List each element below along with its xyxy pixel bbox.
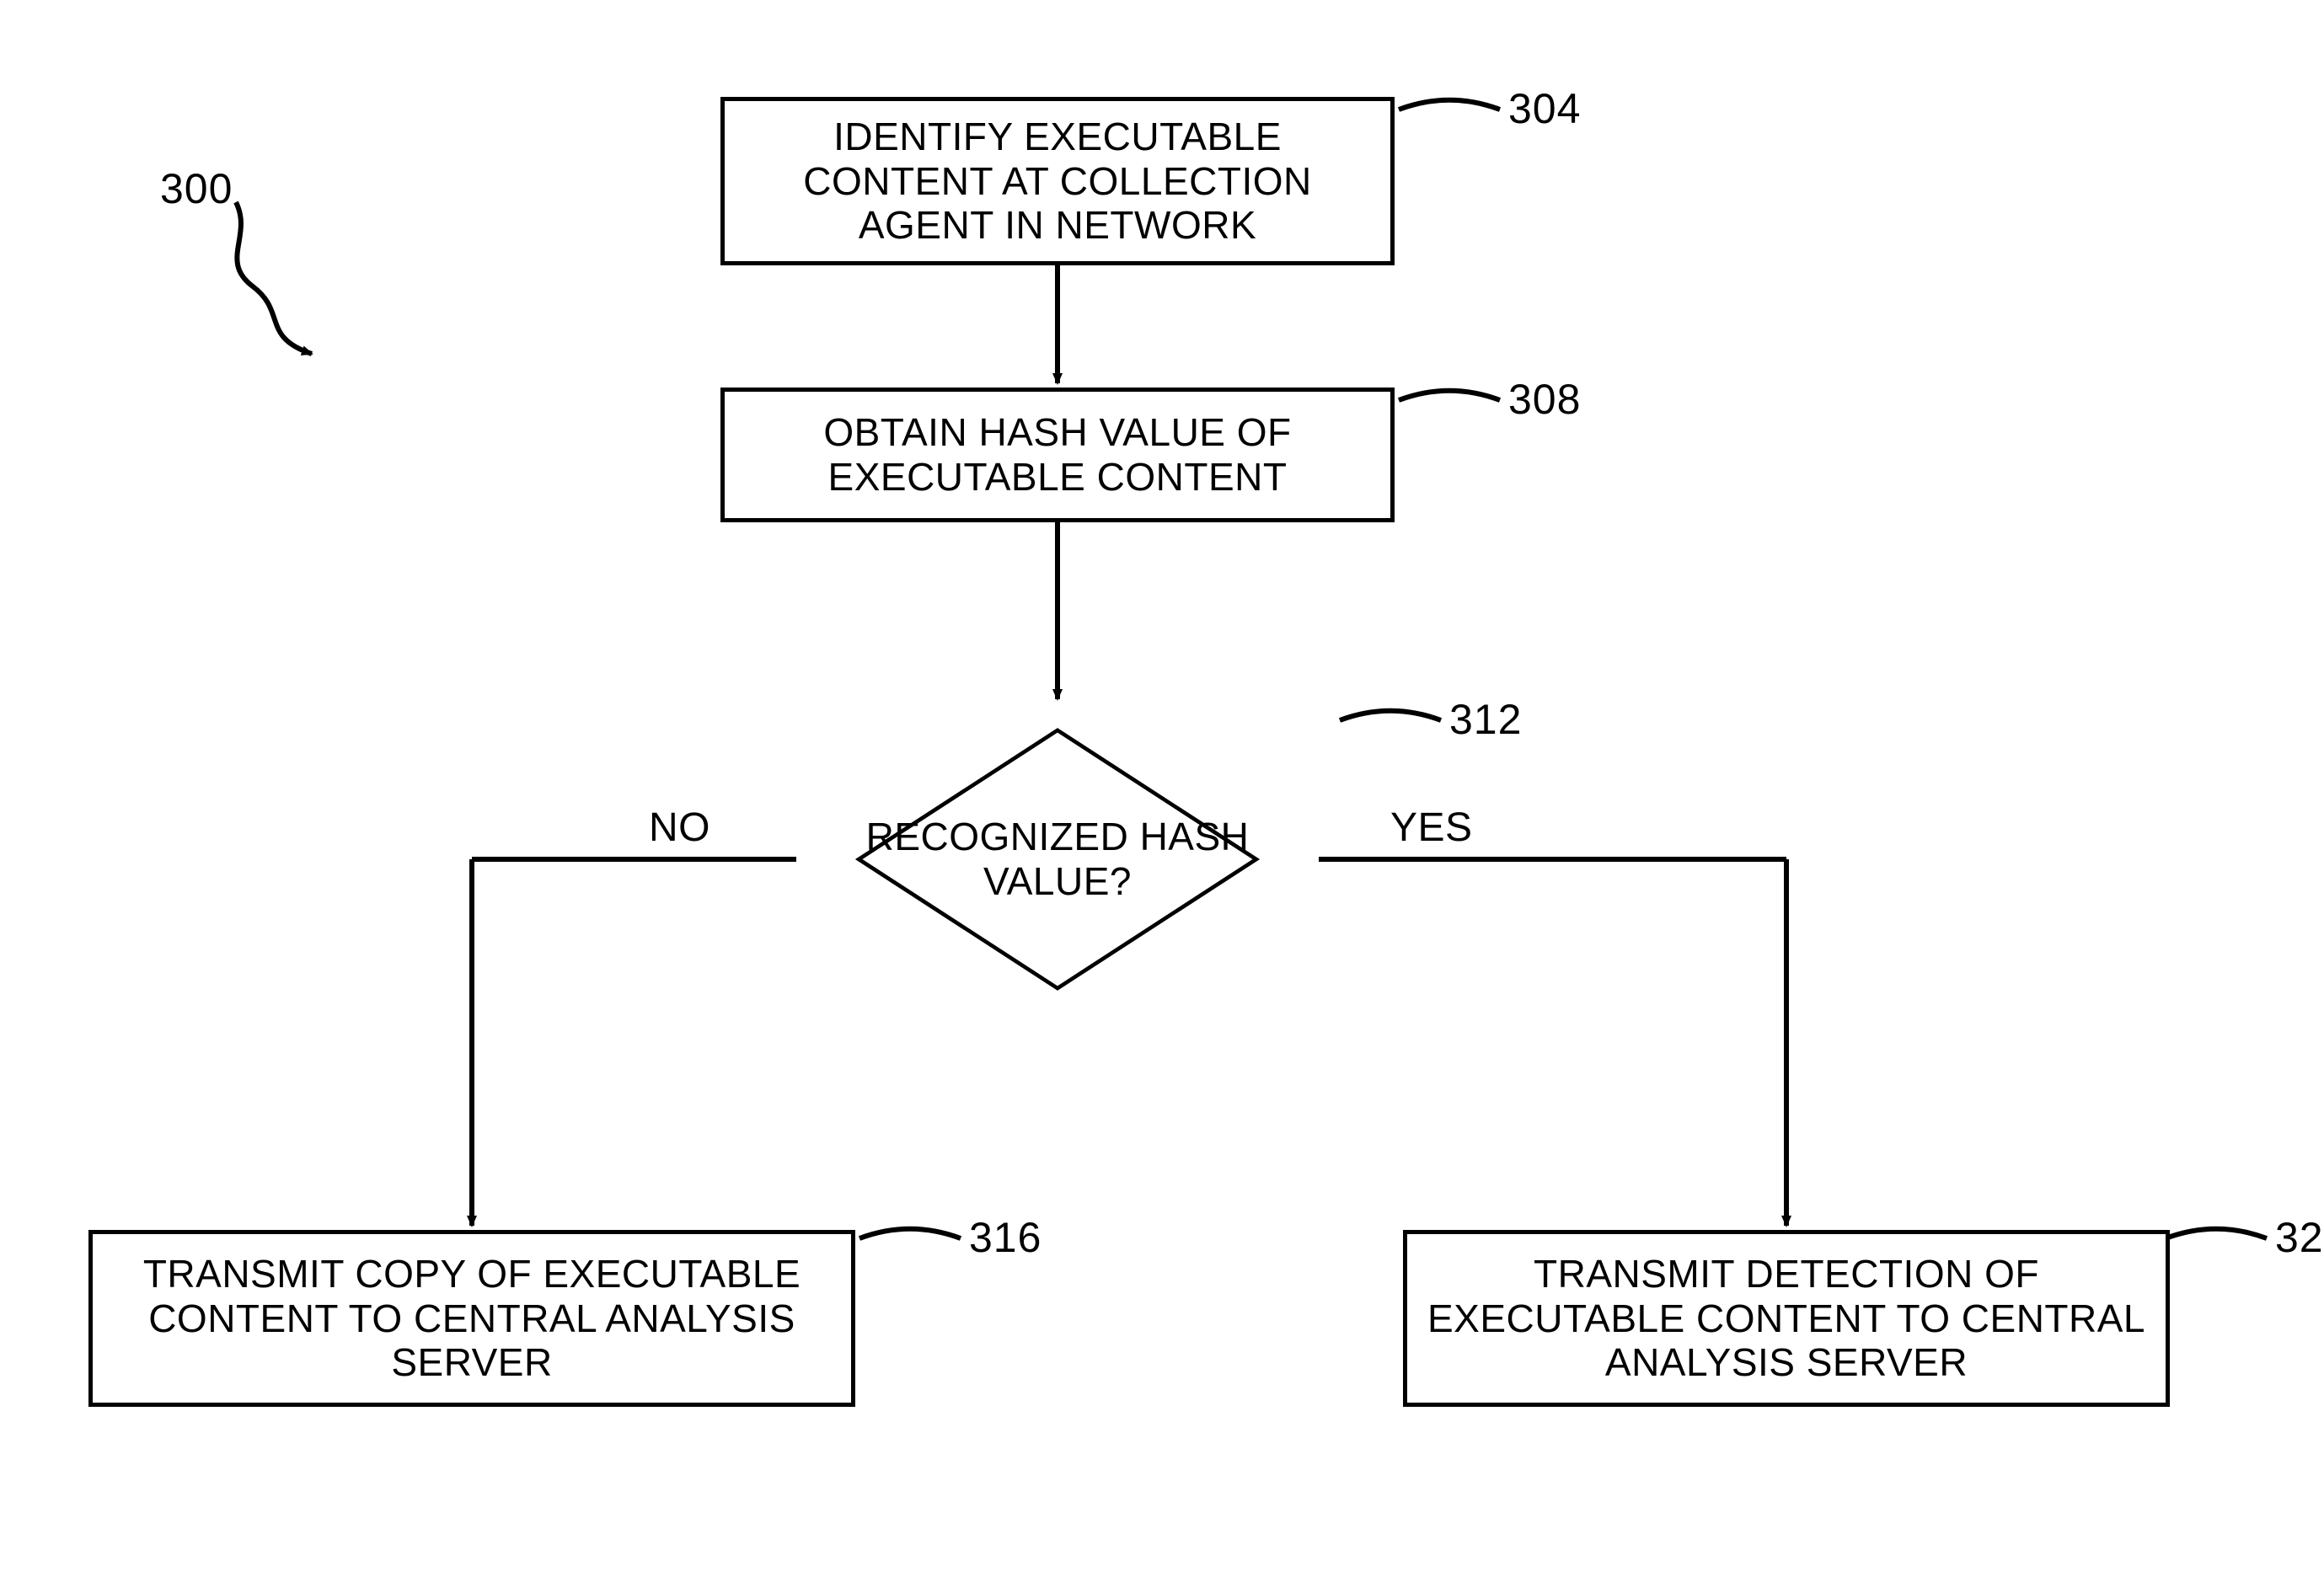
- node-308-text: OBTAIN HASH VALUE OF EXECUTABLE CONTENT: [742, 410, 1374, 500]
- ref-320: 320: [2275, 1213, 2324, 1262]
- node-316-text: TRANSMIT COPY OF EXECUTABLE CONTENT TO C…: [110, 1252, 834, 1386]
- ref-304: 304: [1508, 84, 1581, 133]
- ref-308: 308: [1508, 375, 1581, 424]
- ref-316: 316: [969, 1213, 1042, 1262]
- process-identify-executable: IDENTIFY EXECUTABLE CONTENT AT COLLECTIO…: [720, 97, 1395, 265]
- process-obtain-hash: OBTAIN HASH VALUE OF EXECUTABLE CONTENT: [720, 388, 1395, 522]
- branch-no-label: NO: [649, 805, 710, 851]
- node-312-text: RECOGNIZED HASH VALUE?: [796, 815, 1319, 904]
- ref-312: 312: [1449, 695, 1522, 744]
- process-transmit-detection: TRANSMIT DETECTION OF EXECUTABLE CONTENT…: [1403, 1230, 2170, 1407]
- node-320-text: TRANSMIT DETECTION OF EXECUTABLE CONTENT…: [1424, 1252, 2149, 1386]
- node-304-text: IDENTIFY EXECUTABLE CONTENT AT COLLECTIO…: [742, 115, 1374, 249]
- figure-ref-300: 300: [160, 164, 233, 213]
- decision-recognized-hash: RECOGNIZED HASH VALUE?: [796, 699, 1319, 1019]
- branch-yes-label: YES: [1390, 805, 1473, 851]
- process-transmit-copy: TRANSMIT COPY OF EXECUTABLE CONTENT TO C…: [88, 1230, 855, 1407]
